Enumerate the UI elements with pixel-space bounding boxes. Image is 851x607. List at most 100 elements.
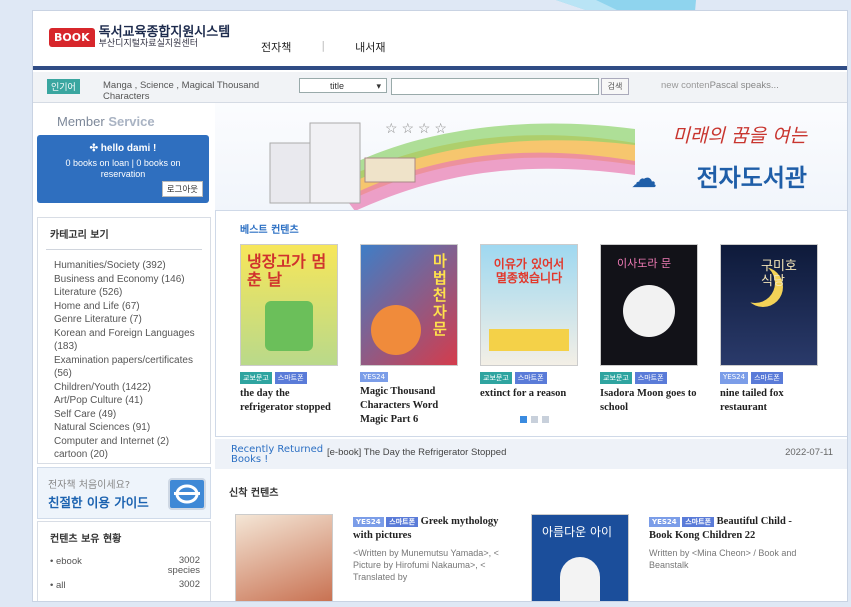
category-item[interactable]: Art/Pop Culture (41) (54, 394, 210, 408)
page-frame: BOOK 독서교육종합지원시스템 부산디지털자료실지원센터 전자책 | 내서재 … (32, 10, 848, 602)
book-title[interactable]: nine tailed fox restaurant (720, 387, 820, 415)
book-card[interactable]: 냉장고가 멈춘 날 교보문고 스마트폰 the day the refrigera… (240, 244, 340, 415)
cover-text: 이사도라 문 (617, 257, 672, 270)
holdings-value: 3002 species (167, 555, 200, 576)
banner-title: 전자도서관 (696, 164, 807, 192)
holdings-row: • ebook 3002 species (50, 555, 200, 576)
book-card[interactable]: 구미호 식당 YES24 스마트폰 nine tailed fox restaur… (720, 244, 820, 415)
banner-illustration: ☆ ☆ ☆ ☆ (269, 120, 635, 210)
user-guide-banner[interactable]: 전자책 처음이세요? 친절한 이용 가이드 (37, 467, 211, 519)
browser-icon (168, 478, 206, 510)
book-title[interactable]: extinct for a reason (480, 387, 580, 401)
chevron-down-icon: ▾ (376, 81, 381, 91)
cover-text: 마법천자문 (433, 252, 447, 338)
hello-text: hello dami ! (100, 143, 157, 154)
divider (46, 249, 202, 250)
popular-keywords[interactable]: Manga , Science , Magical Thousand Chara… (103, 80, 303, 102)
nav-my-library[interactable]: 내서재 (355, 39, 415, 55)
book-title[interactable]: the day the refrigerator stopped (240, 387, 340, 415)
store-tag: 교보문고 (600, 372, 632, 384)
header: BOOK 독서교육종합지원시스템 부산디지털자료실지원센터 전자책 | 내서재 (33, 11, 847, 71)
banner-slogan: 미래의 꿈을 여는 (672, 125, 807, 147)
search-button[interactable]: 검색 (601, 78, 629, 95)
main-banner[interactable]: ☆ ☆ ☆ ☆ ☁ 미래의 꿈을 여는 전자도서관 (215, 103, 847, 210)
logout-button[interactable]: 로그아웃 (161, 181, 203, 197)
store-tag: YES24 (720, 372, 749, 384)
member-box: ✣ hello dami ! 0 books on loan | 0 books… (37, 135, 209, 203)
guide-question: 전자책 처음이세요? (48, 480, 131, 491)
category-item[interactable]: Self Care (49) (54, 408, 210, 422)
carousel-dot[interactable] (520, 416, 527, 423)
cloud-icon: ☁ (631, 163, 657, 193)
holdings-value: 3002 (178, 579, 200, 590)
category-item[interactable]: Genre Literature (7) (54, 313, 210, 327)
book-cover[interactable]: 이사도라 문 (600, 244, 698, 366)
cover-text: 구미호 식당 (761, 259, 797, 289)
holdings-row: • all 3002 (50, 579, 200, 592)
book-title[interactable]: Isadora Moon goes to school (600, 387, 700, 415)
format-tag: 스마트폰 (634, 372, 667, 384)
format-tag: 스마트폰 (682, 517, 715, 527)
search-field-select[interactable]: title ▾ (299, 78, 387, 93)
main-nav: 전자책 | 내서재 (261, 39, 415, 55)
store-tag: YES24 (649, 517, 680, 527)
nav-ebook[interactable]: 전자책 (261, 39, 321, 55)
new-content-ticker[interactable]: new contenPascal speaks... (661, 80, 779, 91)
category-item[interactable]: Korean and Foreign Languages (183) (54, 327, 210, 354)
category-item[interactable]: Literature (526) (54, 286, 210, 300)
category-item[interactable]: Humanities/Society (392) (54, 259, 210, 273)
book-cover[interactable]: 아름다운 아이 (531, 514, 629, 601)
book-cover[interactable]: 이유가 있어서 멸종했습니다 (480, 244, 578, 366)
category-item[interactable]: Home and Life (67) (54, 300, 210, 314)
store-tag: YES24 (353, 517, 384, 527)
search-input[interactable] (391, 78, 599, 95)
store-tag: YES24 (360, 372, 389, 382)
book-cover[interactable] (235, 514, 333, 601)
book-card[interactable]: 마법천자문 YES24 Magic Thousand Characters Wo… (360, 244, 460, 427)
book-author: Written by <Mina Cheon> / Book and Beans… (649, 548, 797, 570)
store-tag: 교보문고 (480, 372, 512, 384)
recently-returned-item[interactable]: [e-book] The Day the Refrigerator Stoppe… (327, 447, 506, 458)
book-cover[interactable]: 냉장고가 멈춘 날 (240, 244, 338, 366)
cover-text: 냉장고가 멈춘 날 (247, 252, 327, 289)
recently-returned-label: Recently Returned Books ! (231, 444, 324, 465)
logo-badge: BOOK (49, 28, 95, 48)
new-contents-title: 신착 컨텐츠 (229, 488, 279, 499)
new-book-info[interactable]: YES24 스마트폰 Beautiful Child - Book Kong C… (649, 515, 809, 571)
carousel-dot[interactable] (542, 416, 549, 423)
book-author: <Written by Munemutsu Yamada>, < Picture… (353, 548, 499, 582)
holdings-box: 컨텐츠 보유 현황 • ebook 3002 species • all 3002 (37, 521, 211, 601)
recently-returned-bar: Recently Returned Books ! [e-book] The D… (215, 439, 847, 469)
holdings-title: 컨텐츠 보유 현황 (50, 534, 122, 545)
logo-title: 독서교육종합지원시스템 (98, 25, 231, 40)
category-item[interactable]: Business and Economy (146) (54, 273, 210, 287)
category-item[interactable]: Natural Sciences (91) (54, 421, 210, 435)
cover-text: 이유가 있어서 멸종했습니다 (493, 257, 565, 285)
cover-text: 아름다운 아이 (542, 525, 613, 539)
book-card[interactable]: 이사도라 문 교보문고 스마트폰 Isadora Moon goes to sch… (600, 244, 700, 415)
svg-text:☆ ☆ ☆ ☆: ☆ ☆ ☆ ☆ (385, 120, 447, 136)
member-service-title: Member Service (57, 114, 155, 129)
book-title[interactable]: Magic Thousand Characters Word Magic Par… (360, 385, 460, 427)
loan-status[interactable]: 0 books on loan | 0 books on reservation (37, 158, 209, 180)
nav-divider: | (321, 39, 326, 52)
search-bar: 인기어 Manga , Science , Magical Thousand C… (33, 72, 847, 103)
category-item[interactable]: Examination papers/certificates (56) (54, 354, 210, 381)
book-card[interactable]: 이유가 있어서 멸종했습니다 교보문고 스마트폰 extinct for a re… (480, 244, 580, 401)
carousel-pagination (520, 416, 549, 423)
best-contents-title: 베스트 컨텐츠 (240, 225, 299, 236)
carousel-dot[interactable] (531, 416, 538, 423)
category-item[interactable]: Children/Youth (1422) (54, 381, 210, 395)
category-item[interactable]: cartoon (20) (54, 448, 210, 462)
site-logo[interactable]: BOOK 독서교육종합지원시스템 부산디지털자료실지원센터 (49, 26, 230, 49)
book-cover[interactable]: 구미호 식당 (720, 244, 818, 366)
category-item[interactable]: Computer and Internet (2) (54, 435, 210, 449)
new-book-info[interactable]: YES24 스마트폰 Greek mythology with pictures… (353, 515, 513, 583)
category-box: 카테고리 보기 Humanities/Society (392) Busines… (37, 217, 211, 464)
book-cover[interactable]: 마법천자문 (360, 244, 458, 366)
new-content-value: Pascal speaks... (709, 80, 779, 91)
store-tag: 교보문고 (240, 372, 272, 384)
best-contents: 베스트 컨텐츠 냉장고가 멈춘 날 교보문고 스마트폰 the day the r… (215, 210, 847, 437)
category-title: 카테고리 보기 (50, 230, 109, 241)
recently-returned-date: 2022-07-11 (785, 447, 833, 458)
